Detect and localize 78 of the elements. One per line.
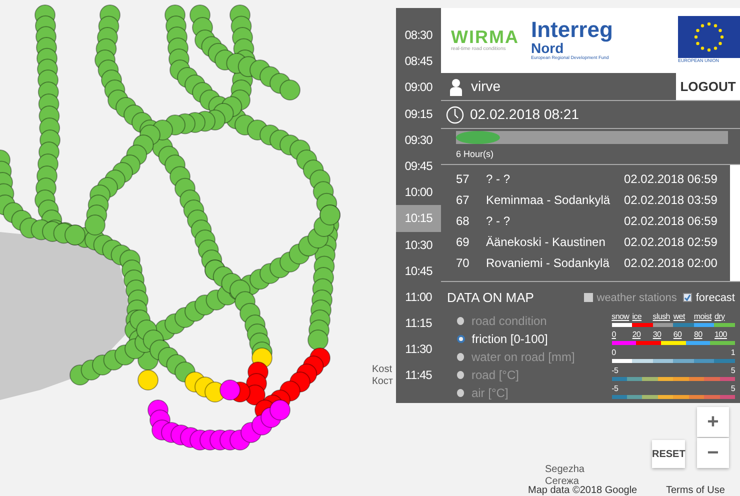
radio-button[interactable] <box>457 316 464 324</box>
route-id: 68 <box>455 212 470 230</box>
radio-button[interactable] <box>457 388 464 396</box>
route-id: 67 <box>455 192 470 208</box>
legend-tick-label: slush <box>652 312 671 322</box>
route-time: 02.02.2018 02:59 <box>624 234 718 250</box>
legend-tick-label: dry <box>714 312 726 322</box>
time-slot[interactable]: 08:30 <box>396 22 441 48</box>
route-id: 69 <box>455 234 470 250</box>
time-slot[interactable]: 08:45 <box>396 48 441 74</box>
timeline-range-label: 6 Hour(s) <box>456 148 495 161</box>
legend-tick-label: 1 <box>730 348 735 358</box>
stars-flag-icon <box>678 16 740 58</box>
checkbox[interactable] <box>682 293 692 302</box>
current-datetime: 02.02.2018 08:21 <box>470 105 579 124</box>
radio-button[interactable] <box>457 352 464 360</box>
route-name: Äänekoski - Kaustinen <box>486 234 606 250</box>
map-attribution: Map data ©2018 Google <box>528 484 638 496</box>
clock-icon <box>446 106 464 124</box>
legend-tick-label: 20 <box>632 330 642 340</box>
zoom-in-button[interactable]: + <box>697 407 729 437</box>
route-time: 02.02.2018 06:59 <box>624 212 718 230</box>
route-time: 02.02.2018 03:59 <box>624 192 718 208</box>
checkbox-label: forecast <box>696 290 735 306</box>
route-name: Keminmaa - Sodankylä <box>486 192 612 208</box>
nord-logo-text: Nord <box>530 41 564 56</box>
legend-tick-label: 5 <box>730 366 735 376</box>
route-name: ? - ? <box>486 170 512 188</box>
legend-tick-label: -5 <box>612 366 618 376</box>
legend-tick-label: ice <box>632 312 643 322</box>
legend-tick-label: wet <box>673 312 686 322</box>
radio-button[interactable] <box>457 370 464 378</box>
layer-label[interactable]: friction [0-100] <box>472 330 612 348</box>
time-slot[interactable]: 11:45 <box>396 362 441 389</box>
legend-tick-label: 80 <box>694 330 704 340</box>
route-time: 02.02.2018 02:00 <box>624 254 718 272</box>
checkbox[interactable] <box>584 293 593 302</box>
legend-tick-label: 5 <box>730 384 735 394</box>
time-slot[interactable]: 09:15 <box>396 100 441 127</box>
time-slot[interactable]: 09:45 <box>396 152 441 180</box>
timeline-track[interactable] <box>456 131 728 144</box>
time-slot[interactable]: 11:15 <box>396 310 441 336</box>
checkbox-label: weather stations <box>596 290 677 306</box>
route-name: ? - ? <box>486 212 512 230</box>
route-name: Rovaniemi - Sodankylä <box>486 254 610 272</box>
time-slot[interactable]: 10:45 <box>396 258 441 284</box>
time-slot[interactable]: 10:30 <box>396 232 441 258</box>
map-place-label: Segezha <box>545 463 584 477</box>
logout-button[interactable]: LOGOUT <box>676 73 740 100</box>
legend-tick-label: 30 <box>652 330 662 340</box>
time-slot[interactable]: 09:00 <box>396 74 441 101</box>
interreg-logo-text: Interreg <box>530 19 613 42</box>
wirma-logo-text: WIRMA <box>451 28 519 46</box>
map-place-label: Kost <box>372 363 392 377</box>
user-icon <box>449 78 463 96</box>
map-place-label: Кост <box>372 375 393 389</box>
legend-tick-label: -5 <box>612 384 618 394</box>
user-name: virve <box>471 77 501 96</box>
route-time: 02.02.2018 06:59 <box>624 170 718 188</box>
legend-tick-label: 100 <box>714 330 728 340</box>
time-slot[interactable]: 09:30 <box>396 126 441 153</box>
route-id: 70 <box>455 254 470 272</box>
legend-tick-label: 60 <box>673 330 683 340</box>
section-title: DATA ON MAP <box>447 289 534 307</box>
scrollbar[interactable] <box>730 165 740 281</box>
legend-tick-label: 0 <box>612 330 617 340</box>
radio-button[interactable] <box>457 334 465 342</box>
legend-tick-label: moist <box>694 312 713 322</box>
time-slot[interactable]: 10:00 <box>396 179 441 206</box>
route-id: 57 <box>455 170 470 188</box>
time-slot[interactable]: 11:30 <box>396 336 441 362</box>
time-slot[interactable]: 11:00 <box>396 284 441 310</box>
map-place-label: Сегежа <box>545 475 579 487</box>
legend-tick-label: snow <box>612 312 630 322</box>
reset-button[interactable]: RESET <box>652 440 685 468</box>
zoom-out-button[interactable]: − <box>697 438 729 468</box>
terms-link[interactable]: Terms of Use <box>666 483 725 496</box>
legend-tick-label: 0 <box>612 348 616 358</box>
